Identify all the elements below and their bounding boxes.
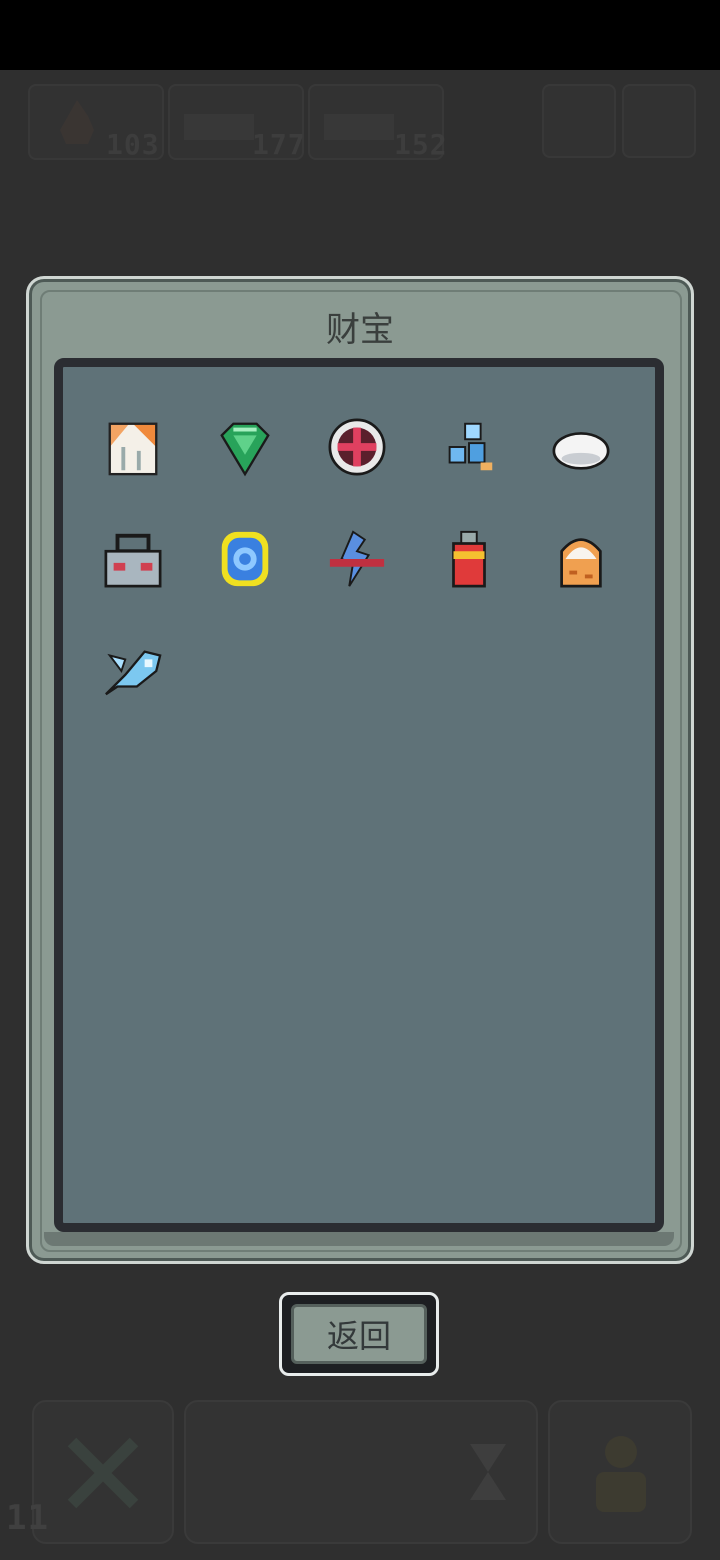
resource-b-count: 177 [252, 128, 306, 161]
status-bar [0, 0, 720, 70]
resource-slot-fire: 103 [28, 84, 164, 161]
green-gem-icon [220, 422, 270, 477]
bottom-card-left[interactable] [32, 1400, 174, 1544]
creature-icon [184, 114, 254, 140]
dialog-lip [44, 1232, 674, 1246]
hud-button-1[interactable] [542, 84, 616, 158]
bottom-card-center[interactable] [184, 1400, 538, 1544]
blue-ring-icon [221, 531, 269, 587]
treasure-item-5[interactable] [546, 412, 616, 482]
fire-count: 103 [106, 128, 160, 161]
treasure-item-11[interactable] [98, 636, 168, 706]
dialog-title: 财宝 [326, 310, 394, 350]
torn-scroll-icon [108, 422, 158, 476]
treasure-item-2[interactable] [210, 412, 280, 482]
character-icon [596, 1436, 646, 1512]
blue-crystal-cluster-icon [448, 422, 493, 471]
white-pebble-icon [552, 432, 610, 470]
bottom-card-right[interactable] [548, 1400, 692, 1544]
crosshair-shield-icon [328, 418, 386, 476]
back-button[interactable]: 返回 [279, 1292, 439, 1376]
creature-icon-2 [324, 114, 394, 140]
treasure-item-10[interactable] [546, 524, 616, 594]
treasure-item-1[interactable] [98, 412, 168, 482]
resource-slot-c: 152 [308, 84, 447, 161]
treasure-item-9[interactable] [434, 524, 504, 594]
fire-icon [60, 100, 94, 144]
gray-bag-icon [104, 533, 162, 588]
level-number: 11 [6, 1498, 49, 1538]
resource-slot-b: 177 [168, 84, 306, 161]
resource-c-count: 152 [394, 128, 448, 161]
red-battery-icon [452, 530, 486, 588]
treasure-panel [54, 358, 664, 1232]
treasure-item-7[interactable] [210, 524, 280, 594]
treasure-item-3[interactable] [322, 412, 392, 482]
treasure-item-8[interactable] [322, 524, 392, 594]
back-button-label: 返回 [291, 1304, 427, 1364]
hourglass-icon [470, 1444, 506, 1500]
hud-button-2[interactable] [622, 84, 696, 158]
treasure-item-4[interactable] [434, 412, 504, 482]
orange-pudding-icon [560, 538, 602, 588]
crossed-swords-icon [67, 1437, 139, 1509]
treasure-item-6[interactable] [98, 524, 168, 594]
ice-fish-icon [105, 650, 162, 696]
lightning-blade-icon [329, 530, 385, 587]
